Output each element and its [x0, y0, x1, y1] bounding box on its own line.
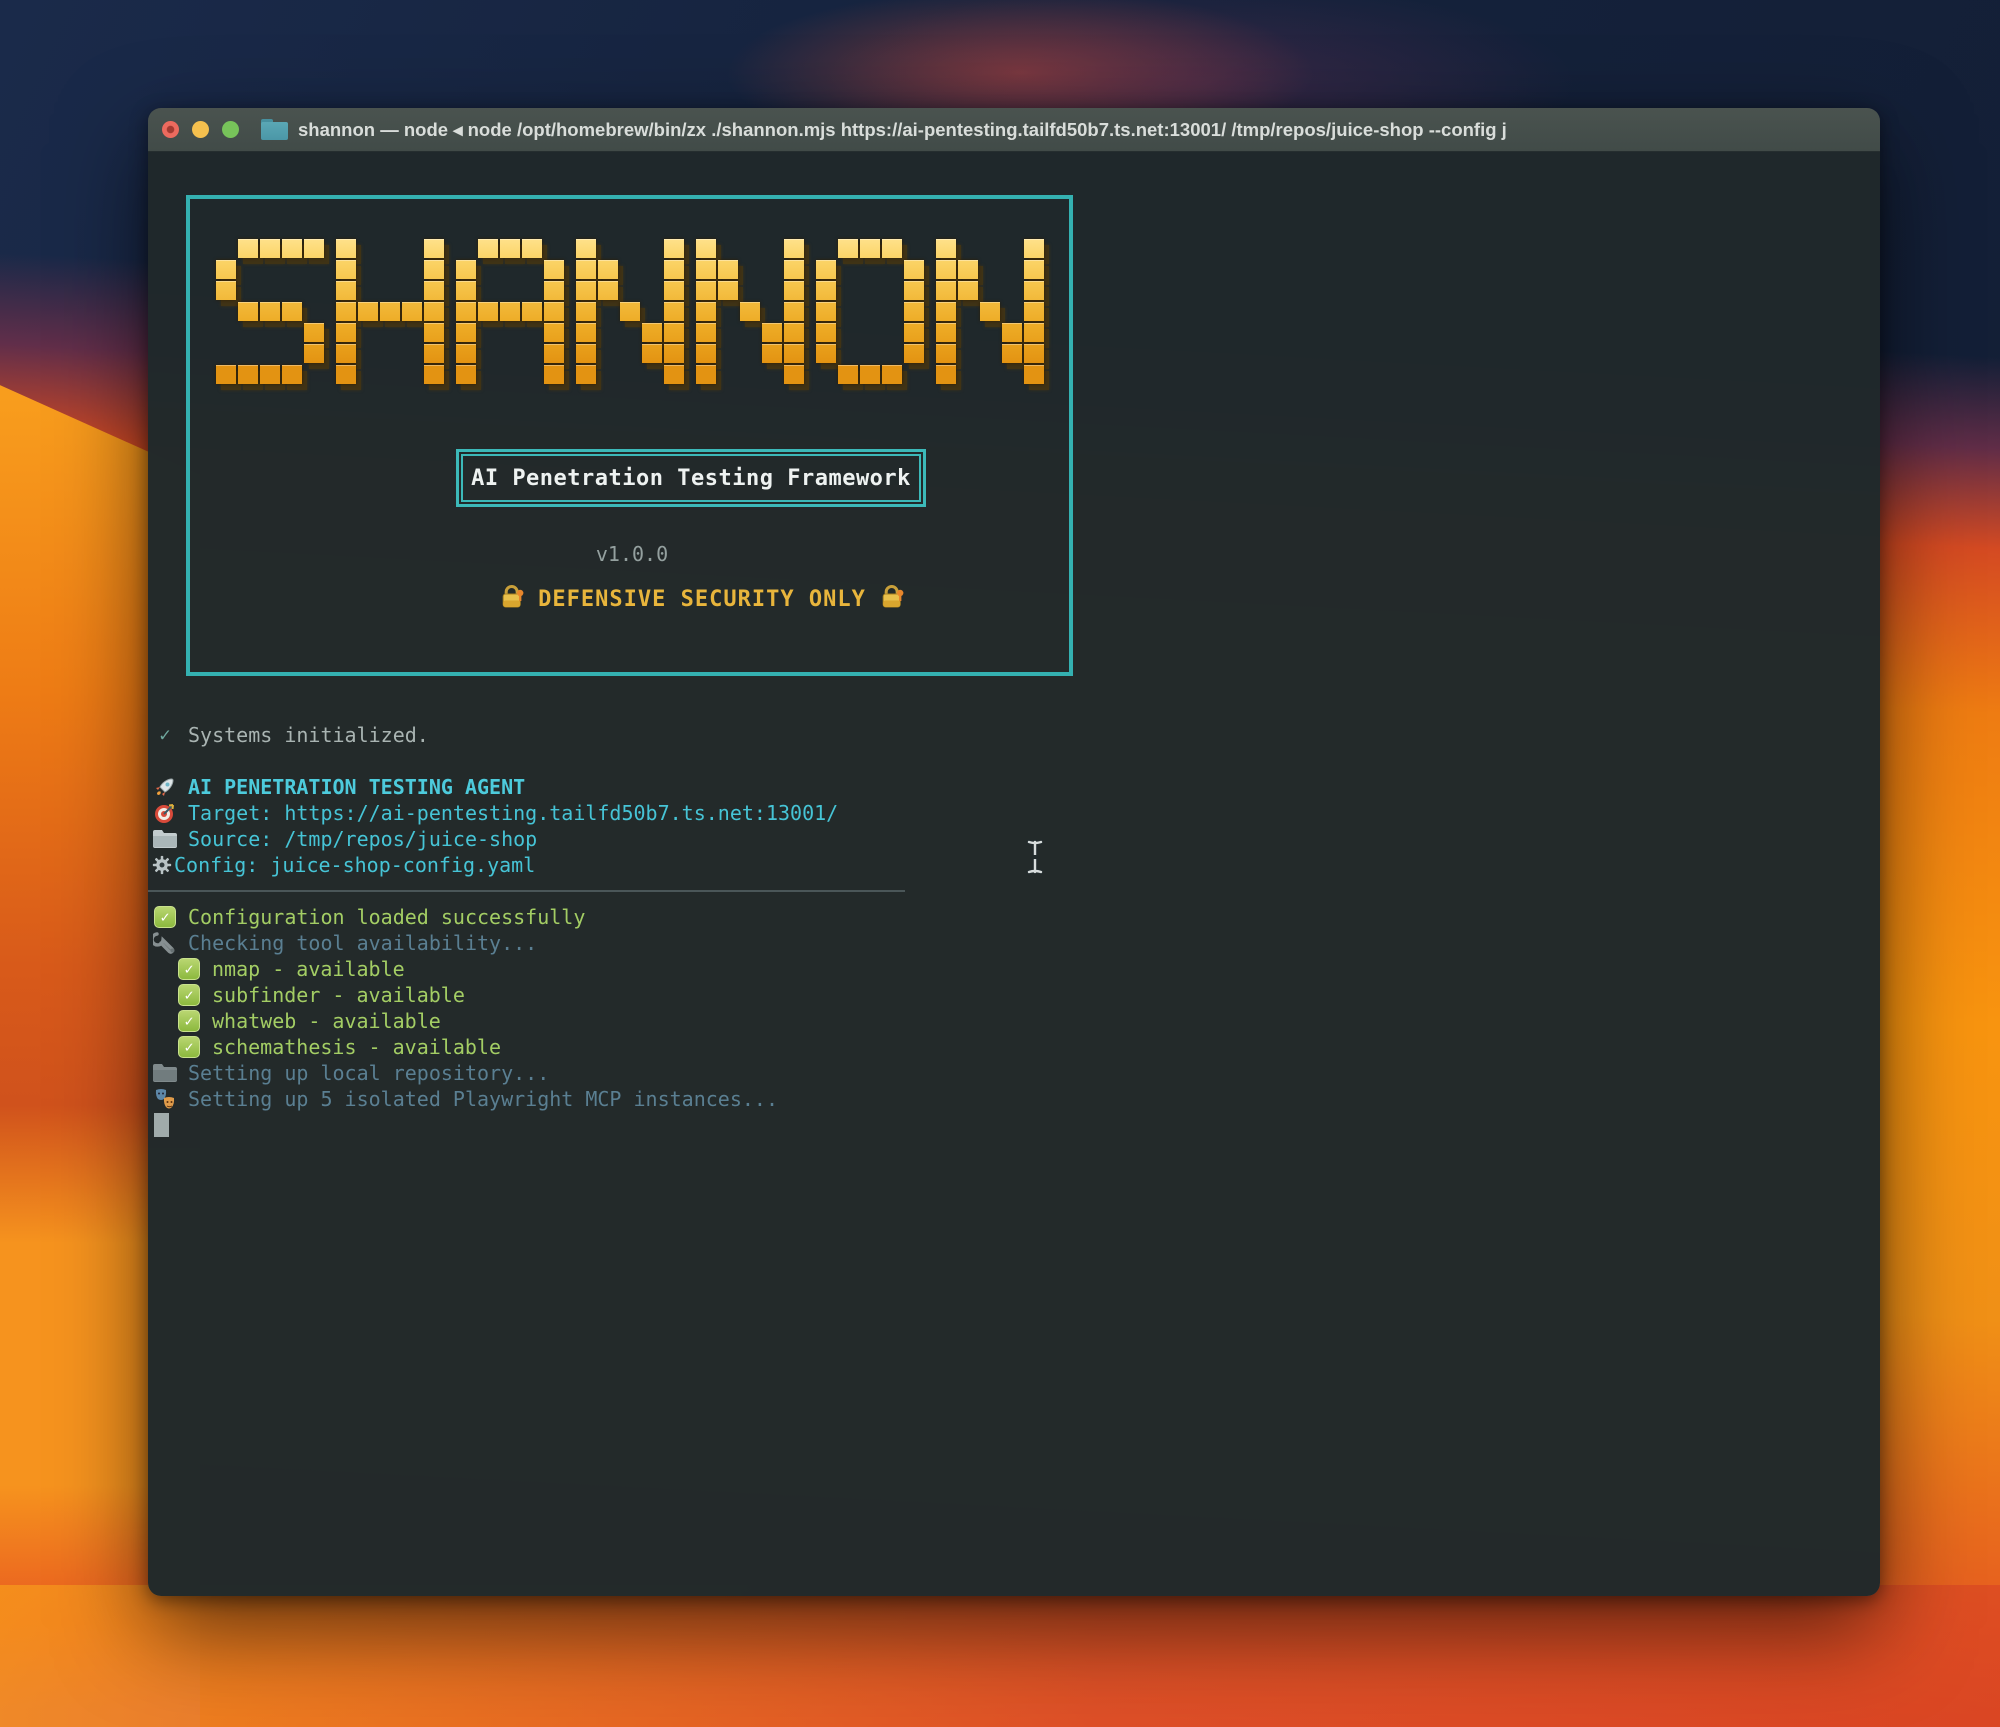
block-cursor [154, 1113, 169, 1137]
rocket-icon [152, 775, 178, 799]
lock-icon [878, 583, 906, 615]
terminal-line-text: Source: /tmp/repos/juice-shop [188, 827, 537, 851]
version-label: v1.0.0 [596, 542, 668, 566]
banner-letter [456, 239, 564, 384]
terminal-line-text: schemathesis - available [212, 1035, 501, 1059]
check-box-icon: ✓ [152, 905, 178, 929]
terminal-line-text: Systems initialized. [188, 723, 429, 747]
defensive-security-badge: DEFENSIVE SECURITY ONLY [498, 583, 906, 615]
banner-letter [696, 239, 804, 384]
terminal-line-text: Target: https://ai-pentesting.tailfd50b7… [188, 801, 838, 825]
check-box-icon: ✓ [176, 957, 202, 981]
terminal-log: ✓ Systems initialized. AI PENETRATION TEST… [148, 722, 1880, 1138]
terminal-line-text: Setting up local repository... [188, 1061, 549, 1085]
terminal-line: ✓ whatweb - available [148, 1008, 1880, 1034]
check-box-icon: ✓ [176, 983, 202, 1007]
lock-icon [498, 583, 526, 615]
banner-letter [576, 239, 684, 384]
terminal-line-text: subfinder - available [212, 983, 465, 1007]
terminal-content[interactable]: AI Penetration Testing Framework v1.0.0 … [148, 152, 1880, 1595]
terminal-line: Source: /tmp/repos/juice-shop [148, 826, 1880, 852]
terminal-line: Config: juice-shop-config.yaml [148, 852, 1880, 878]
terminal-line: Setting up local repository... [148, 1060, 1880, 1086]
folder-icon [152, 827, 178, 851]
framework-label-box: AI Penetration Testing Framework [456, 449, 926, 507]
banner-letter [936, 239, 1044, 384]
framework-label-inner-border: AI Penetration Testing Framework [461, 454, 921, 502]
banner-letter [816, 239, 924, 384]
close-button[interactable] [162, 121, 179, 138]
check-mark-icon: ✓ [152, 723, 178, 747]
terminal-line-text: Checking tool availability... [188, 931, 537, 955]
terminal-line: ✓ subfinder - available [148, 982, 1880, 1008]
shannon-banner-box: AI Penetration Testing Framework v1.0.0 … [186, 195, 1073, 676]
check-box-icon: ✓ [176, 1009, 202, 1033]
terminal-line-text: AI PENETRATION TESTING AGENT [188, 775, 525, 799]
terminal-line-text: Configuration loaded successfully [188, 905, 585, 929]
divider-line [148, 890, 905, 892]
terminal-divider [148, 878, 1880, 904]
terminal-line: ✓ schemathesis - available [148, 1034, 1880, 1060]
terminal-line-text: nmap - available [212, 957, 405, 981]
terminal-line: Checking tool availability... [148, 930, 1880, 956]
terminal-line-text: Setting up 5 isolated Playwright MCP ins… [188, 1087, 778, 1111]
traffic-lights [148, 121, 239, 138]
gear-icon [152, 853, 172, 877]
masks-icon [152, 1087, 178, 1111]
terminal-blank-line [148, 748, 1880, 774]
zoom-button[interactable] [222, 121, 239, 138]
wrench-icon [152, 931, 178, 955]
terminal-line: AI PENETRATION TESTING AGENT [148, 774, 1880, 800]
terminal-line: ✓ Configuration loaded successfully [148, 904, 1880, 930]
minimize-button[interactable] [192, 121, 209, 138]
target-icon [152, 801, 178, 825]
banner-letter [216, 239, 324, 384]
terminal-line: ✓ nmap - available [148, 956, 1880, 982]
terminal-line: Setting up 5 isolated Playwright MCP ins… [148, 1086, 1880, 1112]
terminal-line-text: Config: juice-shop-config.yaml [174, 853, 535, 877]
terminal-line: ✓ Systems initialized. [148, 722, 1880, 748]
folder-dim-icon [152, 1061, 178, 1085]
window-titlebar[interactable]: shannon — node ◂ node /opt/homebrew/bin/… [148, 108, 1880, 152]
ascii-banner-shannon [216, 239, 1044, 384]
proxy-folder-icon [261, 119, 288, 140]
terminal-line: Target: https://ai-pentesting.tailfd50b7… [148, 800, 1880, 826]
terminal-window: shannon — node ◂ node /opt/homebrew/bin/… [148, 108, 1880, 1596]
wallpaper-bottom-band [0, 1585, 2000, 1727]
window-title: shannon — node ◂ node /opt/homebrew/bin/… [298, 119, 1880, 141]
defensive-security-label: DEFENSIVE SECURITY ONLY [538, 587, 866, 612]
terminal-line-text: whatweb - available [212, 1009, 441, 1033]
banner-letter [336, 239, 444, 384]
terminal-cursor-line [148, 1112, 1880, 1138]
framework-label: AI Penetration Testing Framework [471, 466, 911, 491]
mouse-cursor-ibeam [1022, 838, 1048, 880]
check-box-icon: ✓ [176, 1035, 202, 1059]
